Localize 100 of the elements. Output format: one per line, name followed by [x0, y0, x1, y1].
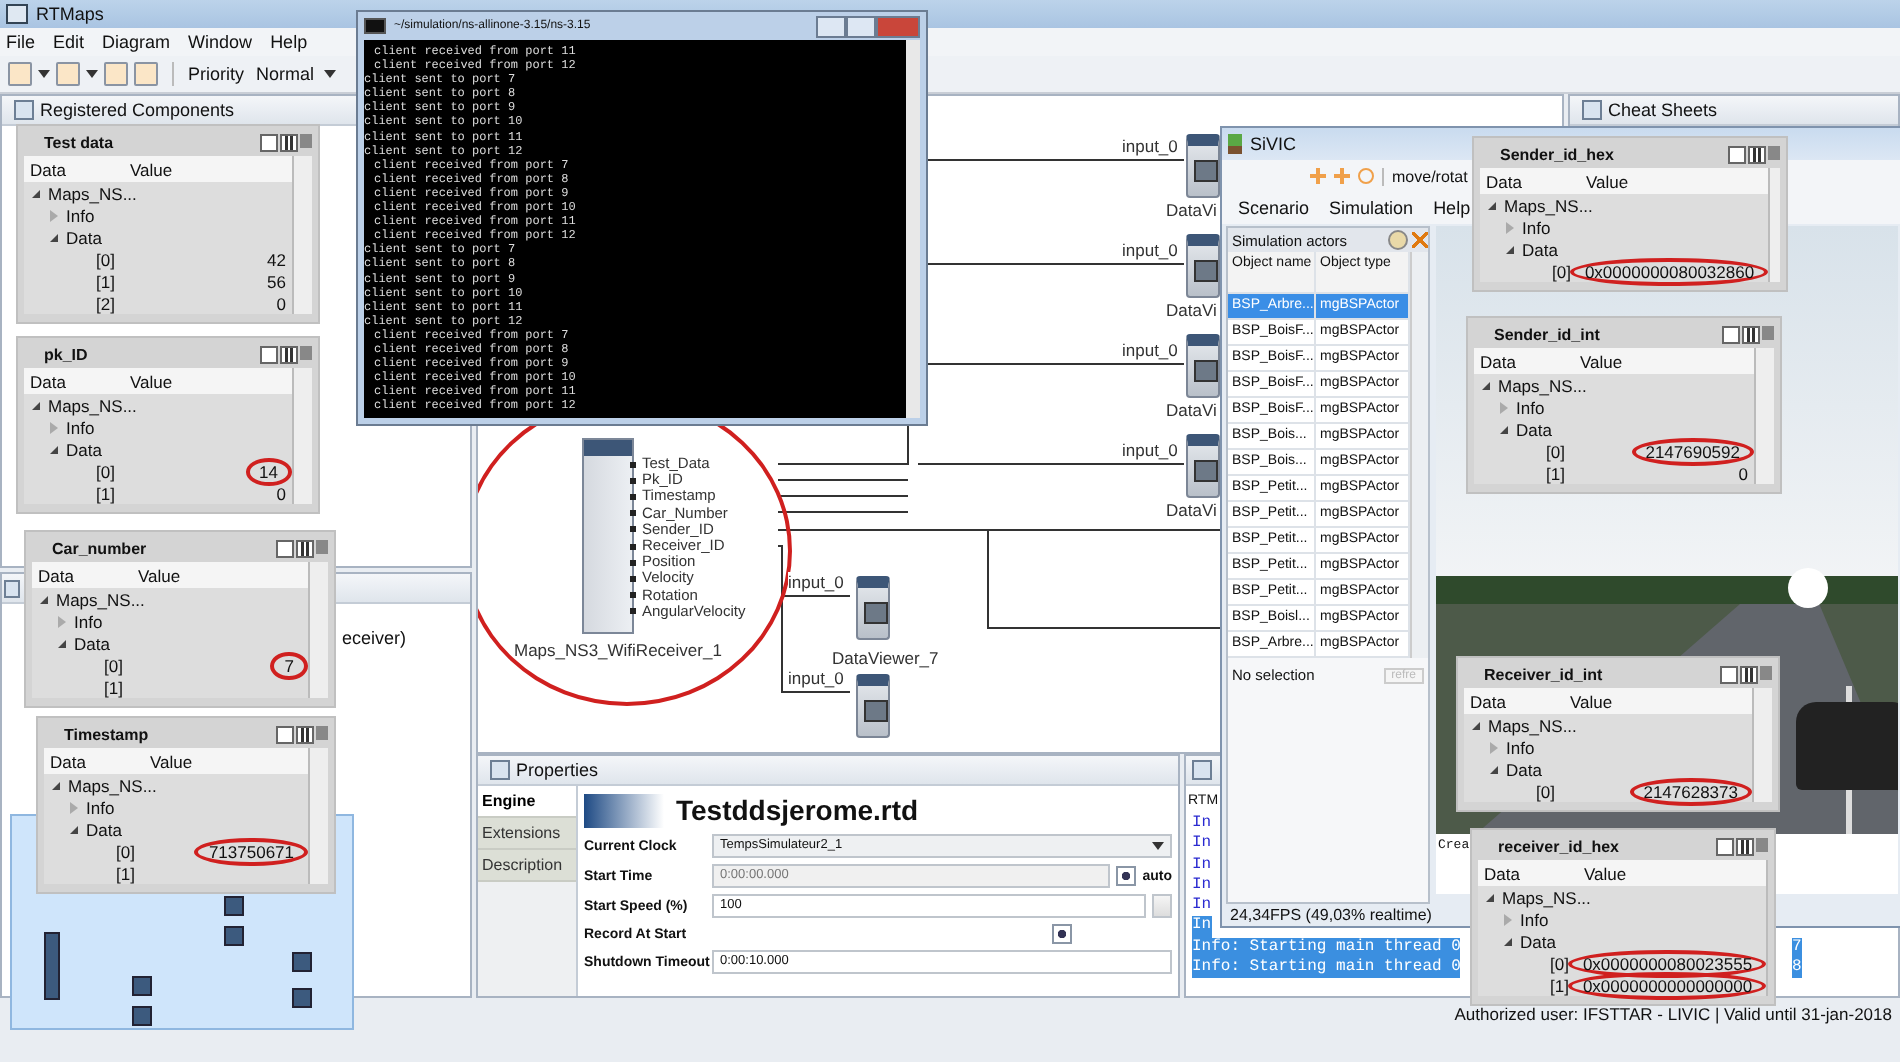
pause-icon[interactable] — [296, 539, 314, 557]
minimize-icon[interactable] — [816, 15, 846, 37]
menu-item[interactable]: Help — [270, 32, 308, 52]
tree-item[interactable]: [1] — [104, 677, 123, 697]
outline-item[interactable]: eceiver) — [342, 628, 407, 648]
expand-arrow-icon[interactable] — [32, 401, 40, 409]
close-icon[interactable] — [876, 15, 920, 37]
scrollbar[interactable] — [308, 562, 328, 698]
pause-icon[interactable] — [280, 133, 298, 151]
expand-arrow-icon[interactable] — [1500, 425, 1508, 433]
tree-item[interactable]: Data — [86, 819, 122, 839]
tree-item[interactable]: [0] — [96, 461, 115, 481]
monitor-icon[interactable] — [1186, 234, 1220, 298]
tree-item[interactable]: Maps_NS... — [48, 395, 137, 415]
menu-item[interactable]: Scenario — [1238, 198, 1310, 218]
port-icon[interactable] — [630, 526, 636, 533]
monitor-icon[interactable] — [1186, 134, 1220, 198]
expand-arrow-icon[interactable] — [1504, 937, 1512, 945]
column-header[interactable]: Data — [30, 371, 130, 391]
monitor-icon[interactable] — [1186, 434, 1220, 498]
tree-item[interactable]: Info — [66, 417, 95, 437]
tree-item[interactable]: Info — [86, 797, 115, 817]
expand-arrow-icon[interactable] — [32, 189, 40, 197]
expand-arrow-icon[interactable] — [1482, 381, 1490, 389]
expand-arrow-icon[interactable] — [1472, 721, 1480, 729]
tree-item[interactable]: [1] — [1546, 463, 1565, 483]
scrollbar[interactable] — [1766, 860, 1769, 996]
scrollbar[interactable] — [906, 40, 920, 418]
tree-item[interactable]: Maps_NS... — [1498, 375, 1587, 395]
column-header[interactable]: Value — [1580, 351, 1754, 371]
menu-item[interactable]: Simulation — [1329, 198, 1414, 218]
expand-arrow-icon[interactable] — [70, 825, 78, 833]
monitor-icon[interactable] — [856, 576, 890, 640]
tree-item[interactable]: Maps_NS... — [68, 775, 157, 795]
minimize-icon[interactable] — [1716, 837, 1734, 855]
pause-icon[interactable] — [1740, 665, 1758, 683]
column-header[interactable]: Value — [130, 371, 292, 391]
column-header[interactable]: Data — [1470, 691, 1570, 711]
tree-item[interactable]: [0] — [1552, 261, 1571, 281]
minimize-icon[interactable] — [276, 725, 294, 743]
scrollbar[interactable] — [292, 368, 312, 504]
side-tab[interactable]: Engine — [478, 786, 576, 818]
tree-item[interactable]: Data — [66, 227, 102, 247]
port-icon[interactable] — [630, 592, 636, 599]
tree-item[interactable]: Info — [1522, 217, 1551, 237]
monitor-icon[interactable] — [856, 674, 890, 738]
minimize-icon[interactable] — [1720, 665, 1738, 683]
tree-item[interactable]: Maps_NS... — [48, 183, 137, 203]
menu-item[interactable]: Help — [1433, 198, 1471, 218]
side-tab[interactable]: Extensions — [478, 818, 576, 850]
tree-item[interactable]: [1] — [116, 863, 135, 883]
pause-icon[interactable] — [1736, 837, 1754, 855]
minimize-icon[interactable] — [260, 133, 278, 151]
tree-item[interactable]: [0] — [104, 655, 123, 675]
column-header[interactable]: Data — [1480, 351, 1580, 371]
expand-arrow-icon[interactable] — [52, 781, 60, 789]
tree-item[interactable]: Maps_NS... — [56, 589, 145, 609]
column-header[interactable]: Value — [150, 751, 308, 771]
port-icon[interactable] — [630, 559, 636, 566]
tree-item[interactable]: Data — [1506, 759, 1542, 779]
component-block[interactable] — [582, 438, 634, 634]
minimize-icon[interactable] — [1728, 145, 1746, 163]
menu-item[interactable]: Diagram — [102, 32, 171, 52]
column-header[interactable]: Data — [30, 159, 130, 179]
tree-item[interactable]: Maps_NS... — [1488, 715, 1577, 735]
expand-arrow-icon[interactable] — [1488, 201, 1496, 209]
column-header[interactable]: Value — [1586, 171, 1769, 191]
port-icon[interactable] — [630, 543, 636, 550]
tree-item[interactable]: Data — [1522, 239, 1558, 259]
tree-item[interactable]: Info — [74, 611, 103, 631]
tree-item[interactable]: [0] — [96, 249, 115, 269]
port-icon[interactable] — [630, 461, 636, 468]
tree-item[interactable]: Maps_NS... — [1504, 195, 1593, 215]
expand-arrow-icon[interactable] — [1490, 765, 1498, 773]
menu-item[interactable]: Window — [188, 32, 253, 52]
scrollbar[interactable] — [308, 748, 328, 884]
port-icon[interactable] — [630, 477, 636, 484]
port-icon[interactable] — [630, 510, 636, 517]
tree-item[interactable]: Data — [74, 633, 110, 653]
tree-item[interactable]: Info — [1520, 909, 1549, 929]
expand-arrow-icon[interactable] — [50, 445, 58, 453]
tree-item[interactable]: Maps_NS... — [1502, 887, 1591, 907]
panel-tab[interactable]: Registered Components — [8, 100, 241, 120]
port-icon[interactable] — [630, 575, 636, 582]
tree-item[interactable]: [0] — [1546, 441, 1565, 461]
column-header[interactable]: Data — [1484, 863, 1584, 883]
pause-icon[interactable] — [296, 725, 314, 743]
tree-item[interactable]: Data — [66, 439, 102, 459]
column-header[interactable]: Value — [138, 565, 308, 585]
panel-tab[interactable]: Properties — [484, 760, 605, 780]
maximize-icon[interactable] — [846, 15, 876, 37]
minimize-icon[interactable] — [260, 345, 278, 363]
menu-item[interactable]: Edit — [53, 32, 85, 52]
column-header[interactable]: Value — [130, 159, 292, 179]
scrollbar[interactable] — [292, 156, 312, 314]
expand-arrow-icon[interactable] — [58, 639, 66, 647]
column-header[interactable]: Data — [50, 751, 150, 771]
scrollbar[interactable] — [1768, 168, 1780, 282]
tree-item[interactable]: [0] — [116, 841, 135, 861]
port-icon[interactable] — [630, 608, 636, 615]
